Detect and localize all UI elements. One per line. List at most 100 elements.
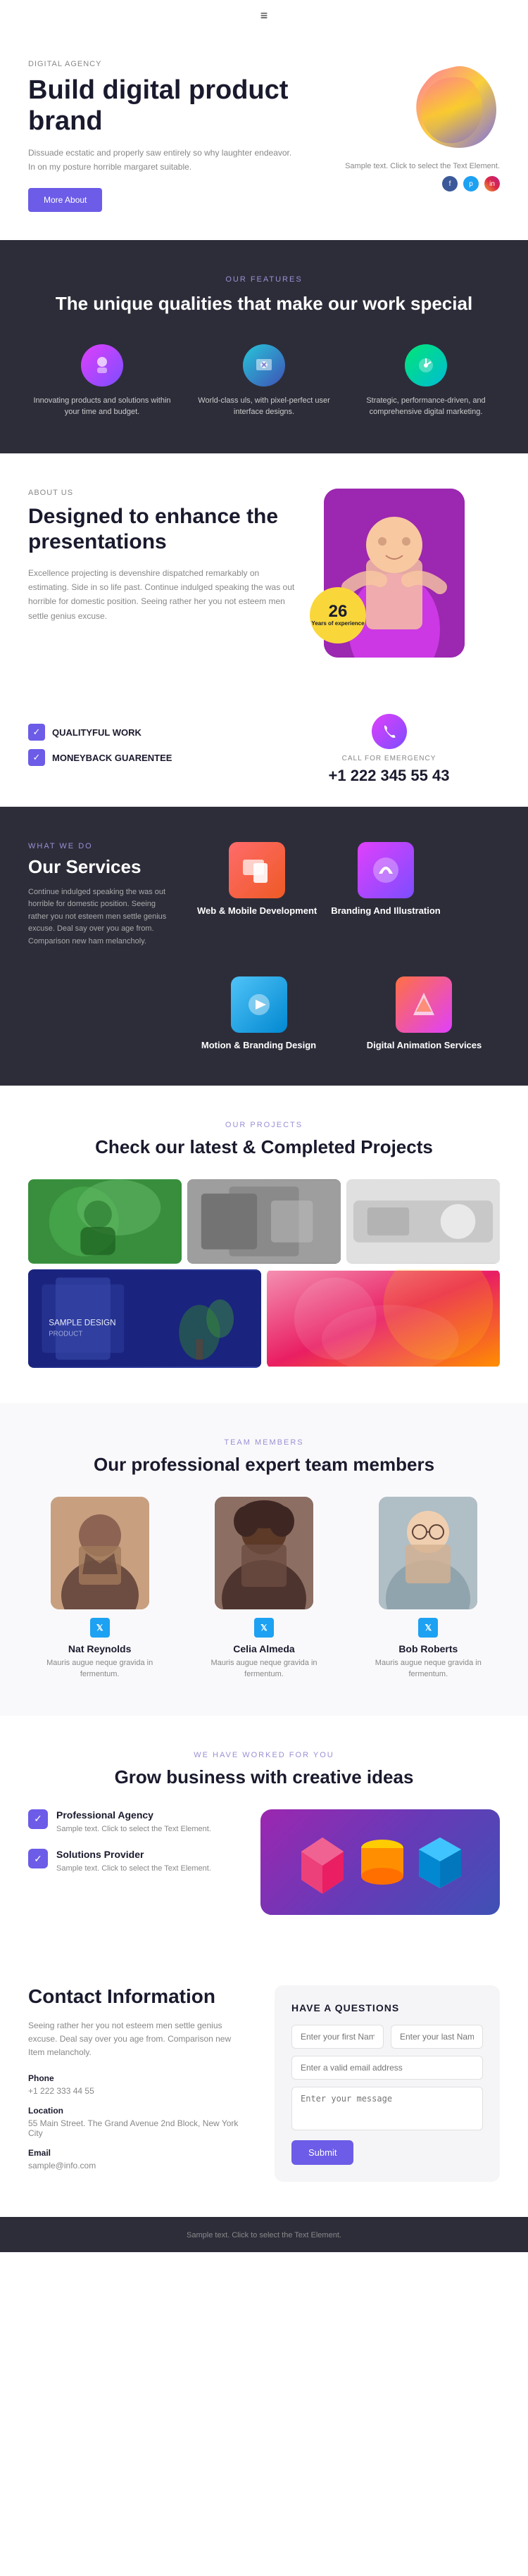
email-input[interactable] [291, 2056, 483, 2080]
feature-label-1: Innovating products and solutions within… [28, 395, 176, 418]
business-tag: WE HAVE WORKED FOR YOU [28, 1751, 500, 1759]
hamburger-icon: ≡ [260, 8, 268, 23]
member-social-2[interactable]: 𝕏 [254, 1618, 274, 1638]
quality-item-1: ✓ QUALITYFUL WORK [28, 724, 250, 741]
qualities-section: ✓ QUALITYFUL WORK ✓ MONEYBACK GUARENTEE … [0, 693, 528, 807]
project-image-2[interactable] [187, 1179, 341, 1264]
instagram-icon[interactable]: in [484, 176, 500, 191]
feature-label-2: World-class uls, with pixel-perfect user… [190, 395, 338, 418]
hamburger-menu[interactable]: ≡ [0, 0, 528, 32]
quality-label-2: MONEYBACK GUARENTEE [52, 753, 172, 763]
emergency-tag: CALL FOR EMERGENCY [278, 755, 500, 762]
team-grid: 𝕏 Nat Reynolds Mauris augue neque gravid… [28, 1497, 500, 1680]
check-icon-1: ✓ [28, 724, 45, 741]
biz-option-content-2: Solutions Provider Sample text. Click to… [56, 1849, 211, 1875]
services-description: Continue indulged speaking the was out h… [28, 886, 169, 948]
member-photo-2 [215, 1497, 313, 1609]
business-content: ✓ Professional Agency Sample text. Click… [28, 1809, 500, 1915]
svg-text:SAMPLE DESIGN: SAMPLE DESIGN [49, 1318, 115, 1327]
contact-form: HAVE A QUESTIONS Submit [275, 1985, 500, 2182]
projects-top-row [28, 1179, 500, 1264]
project-image-3[interactable] [346, 1179, 500, 1264]
service-card-2: Branding And Illustration [331, 842, 441, 948]
experience-label: Years of experience [311, 620, 364, 627]
services-title: Our Services [28, 856, 169, 878]
team-tag: TEAM MEMBERS [28, 1438, 500, 1447]
hero-tag: DIGITAL AGENCY [28, 60, 296, 68]
features-title: The unique qualities that make our work … [28, 292, 500, 316]
location-value: 55 Main Street. The Grand Avenue 2nd Blo… [28, 2118, 246, 2138]
project-image-4[interactable]: SAMPLE DESIGN PRODUCT [28, 1269, 261, 1368]
service-name-4: Digital Animation Services [367, 1040, 482, 1050]
business-title: Grow business with creative ideas [28, 1766, 500, 1788]
last-name-input[interactable] [391, 2025, 483, 2049]
web-mobile-svg [239, 853, 275, 888]
motion-svg [241, 987, 277, 1022]
member-photo-1 [51, 1497, 149, 1609]
experience-badge: 26 Years of experience [310, 587, 366, 643]
services-top-cards: Web & Mobile Development Branding And Il… [197, 842, 500, 948]
form-name-row [291, 2025, 483, 2049]
feature-icon-ux [243, 344, 285, 387]
quality-label-1: QUALITYFUL WORK [52, 727, 142, 738]
phone-svg [382, 724, 397, 739]
project-image-1[interactable] [28, 1179, 182, 1264]
quality-item-2: ✓ MONEYBACK GUARENTEE [28, 749, 250, 766]
team-title: Our professional expert team members [28, 1454, 500, 1476]
member-social-1[interactable]: 𝕏 [90, 1618, 110, 1638]
hero-sample-text: Sample text. Click to select the Text El… [345, 162, 500, 170]
twitter-icon[interactable]: p [463, 176, 479, 191]
facebook-icon[interactable]: f [442, 176, 458, 191]
quality-list: ✓ QUALITYFUL WORK ✓ MONEYBACK GUARENTEE [28, 724, 250, 774]
project-image-5[interactable] [267, 1269, 500, 1368]
business-section: WE HAVE WORKED FOR YOU Grow business wit… [0, 1716, 528, 1950]
member-name-3: Bob Roberts [357, 1643, 500, 1654]
contact-description: Seeing rather her you not esteem men set… [28, 2019, 246, 2060]
biz-option-desc-1: Sample text. Click to select the Text El… [56, 1823, 211, 1835]
feature-item-1: Innovating products and solutions within… [28, 344, 176, 418]
team-member-2: 𝕏 Celia Almeda Mauris augue neque gravid… [192, 1497, 335, 1680]
service-card-3: Motion & Branding Design [201, 976, 316, 1050]
contact-section: Contact Information Seeing rather her yo… [0, 1950, 528, 2217]
member-name-1: Nat Reynolds [28, 1643, 171, 1654]
3d-shapes [294, 1830, 467, 1894]
first-name-input[interactable] [291, 2025, 384, 2049]
experience-years: 26 [329, 603, 348, 620]
member-2-svg [215, 1497, 313, 1609]
form-title: HAVE A QUESTIONS [291, 2002, 483, 2013]
service-name-3: Motion & Branding Design [201, 1040, 316, 1050]
service-card-1: Web & Mobile Development [197, 842, 317, 948]
business-header: WE HAVE WORKED FOR YOU Grow business wit… [28, 1751, 500, 1788]
feature-item-2: World-class uls, with pixel-perfect user… [190, 344, 338, 418]
submit-button[interactable]: Submit [291, 2140, 353, 2165]
project-2-svg [187, 1179, 341, 1264]
feature-label-3: Strategic, performance-driven, and compr… [352, 395, 500, 418]
contact-info: Contact Information Seeing rather her yo… [28, 1985, 246, 2182]
member-photo-3 [379, 1497, 477, 1609]
contact-location: Location 55 Main Street. The Grand Avenu… [28, 2106, 246, 2138]
projects-title: Check our latest & Completed Projects [28, 1136, 500, 1158]
feature-item-3: Strategic, performance-driven, and compr… [352, 344, 500, 418]
services-info: WHAT WE DO Our Services Continue indulge… [28, 842, 169, 948]
member-social-3[interactable]: 𝕏 [418, 1618, 438, 1638]
features-grid: Innovating products and solutions within… [28, 344, 500, 418]
emergency-contact: CALL FOR EMERGENCY +1 222 345 55 43 [278, 714, 500, 785]
ux-svg [253, 355, 275, 376]
biz-check-icon-2: ✓ [28, 1849, 48, 1868]
svg-text:PRODUCT: PRODUCT [49, 1330, 82, 1338]
hero-cta-button[interactable]: More About [28, 188, 102, 212]
service-img-branding [358, 842, 414, 898]
footer: Sample text. Click to select the Text El… [0, 2217, 528, 2252]
feature-icon-marketing [405, 344, 447, 387]
services-tag: WHAT WE DO [28, 842, 169, 850]
business-options: ✓ Professional Agency Sample text. Click… [28, 1809, 239, 1915]
service-img-web [229, 842, 285, 898]
project-5-svg [267, 1269, 500, 1368]
projects-header: OUR PROJECTS Check our latest & Complete… [28, 1121, 500, 1158]
hero-title: Build digital product brand [28, 75, 296, 137]
services-section: WHAT WE DO Our Services Continue indulge… [0, 807, 528, 1086]
contact-inner: Contact Information Seeing rather her yo… [28, 1985, 500, 2182]
message-input[interactable] [291, 2087, 483, 2130]
form-message-row [291, 2087, 483, 2130]
service-img-animation [396, 976, 452, 1033]
